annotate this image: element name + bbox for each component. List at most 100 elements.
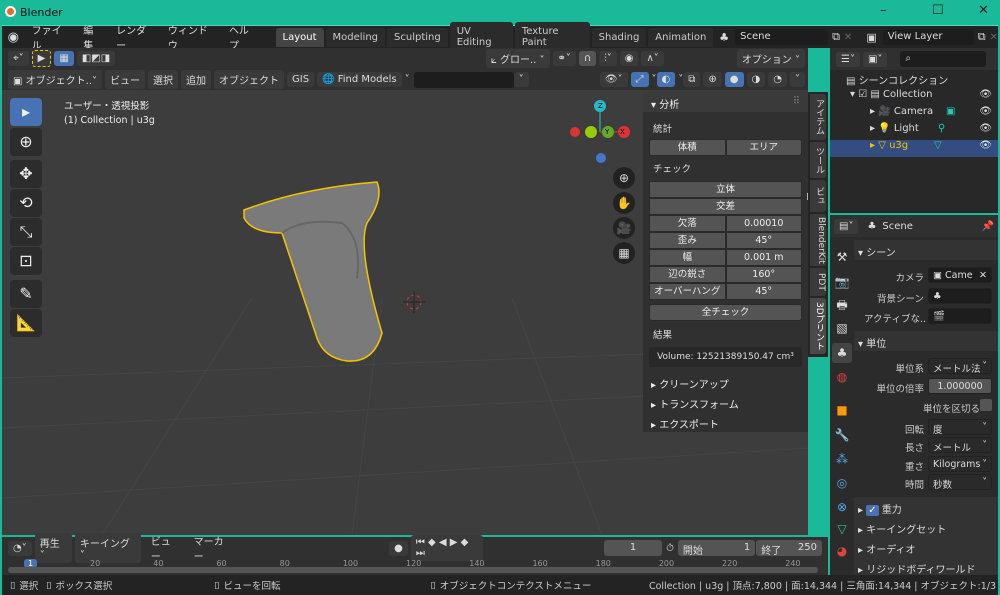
timeline-ruler[interactable]: 240 220 200 180 160 140 120 100 80 60 40 20 1 bbox=[2, 559, 828, 575]
sidebar-tab-item[interactable]: アイテム bbox=[810, 94, 826, 140]
eye-icon[interactable]: 👁 bbox=[979, 123, 992, 134]
tool-rotate[interactable]: ⟲ bbox=[10, 189, 42, 217]
ortho-toggle-icon[interactable]: ▦ bbox=[613, 242, 635, 264]
mesh-data-icon[interactable]: ▽ bbox=[934, 140, 942, 151]
scene-selector[interactable]: Scene bbox=[735, 29, 829, 45]
tool-annotate[interactable]: ✎ bbox=[10, 280, 42, 308]
keying-sets-section-header[interactable]: ▸ キーイングセット bbox=[854, 517, 998, 537]
camera-field[interactable]: ▣ Came ✕ bbox=[928, 267, 992, 283]
tool-measure[interactable]: 📐 bbox=[10, 309, 42, 337]
length-dropdown[interactable]: メートル ˅ bbox=[928, 437, 992, 454]
camera-data-icon[interactable]: ▣ bbox=[946, 106, 955, 117]
shading-wireframe-icon[interactable]: ⊕ bbox=[703, 72, 722, 87]
tool-transform[interactable]: ⊡ bbox=[10, 247, 42, 275]
tab-shading[interactable]: Shading bbox=[591, 27, 647, 47]
outliner-item-light[interactable]: ▸ 💡 Light ⚲ 👁 bbox=[830, 123, 998, 140]
sidebar-tab-view[interactable]: ビュー bbox=[801, 180, 826, 212]
data-tab-icon[interactable]: ▽ bbox=[832, 519, 852, 539]
delete-scene-icon[interactable]: ✕ bbox=[844, 32, 852, 43]
select-mode-new-icon[interactable]: ▦ bbox=[54, 51, 74, 66]
gizmo-x-label[interactable]: X bbox=[620, 128, 625, 136]
export-panel-header[interactable]: ▸ エクスポート bbox=[643, 412, 808, 432]
param-value[interactable]: 0.001 m bbox=[725, 249, 802, 266]
outliner-scene-collection[interactable]: ▤ シーンコレクション bbox=[830, 72, 998, 89]
zoom-view-icon[interactable]: ⊕ bbox=[613, 167, 635, 189]
snap-toggle-icon[interactable]: ∩ bbox=[578, 51, 597, 66]
display-mode-dropdown[interactable]: ☰˅ bbox=[836, 51, 860, 67]
units-section-header[interactable]: ▾ 単位 bbox=[854, 331, 998, 351]
eye-icon[interactable]: 👁 bbox=[979, 89, 992, 100]
scene-section-header[interactable]: ▾ シーン bbox=[854, 240, 998, 260]
gizmo-y-label[interactable]: Y bbox=[605, 128, 609, 136]
stopwatch-icon[interactable]: ⏱ bbox=[666, 543, 674, 554]
rigid-body-section-header[interactable]: ▸ リジッドボディワールド bbox=[854, 557, 998, 576]
param-value[interactable]: 0.00010 bbox=[725, 215, 802, 232]
orientation-dropdown[interactable]: ⟀ グロー.. ˅ bbox=[485, 49, 550, 68]
playback-controls[interactable]: ⏮ ◆ ◀ ▶ ◆ ⏭ bbox=[410, 535, 484, 561]
timeline-scrollbar[interactable] bbox=[8, 567, 818, 573]
render-tab-icon[interactable]: 📷 bbox=[832, 272, 852, 292]
xray-toggle-icon[interactable]: ⧉ bbox=[683, 72, 701, 87]
menu-gis[interactable]: GIS bbox=[287, 72, 315, 87]
transform-panel-header[interactable]: ▸ トランスフォーム bbox=[643, 392, 808, 412]
sidebar-tab-3d-print[interactable]: 3Dプリント bbox=[810, 298, 826, 354]
camera-view-icon[interactable]: 🎥 bbox=[613, 217, 635, 239]
scene-icon[interactable]: ♣ bbox=[719, 31, 729, 44]
tool-scale[interactable]: ⤡ bbox=[10, 218, 42, 246]
search-input[interactable] bbox=[413, 71, 514, 88]
particles-tab-icon[interactable]: ⁂ bbox=[832, 449, 852, 469]
world-tab-icon[interactable]: ◍ bbox=[832, 367, 852, 387]
time-dropdown[interactable]: 秒数 ˅ bbox=[928, 474, 992, 491]
overlay-toggle-icon[interactable]: ◐ bbox=[656, 72, 676, 87]
check-all-button[interactable]: 全チェック bbox=[649, 304, 802, 321]
gizmo-dropdown-icon[interactable]: ˅ bbox=[652, 74, 657, 85]
gravity-checkbox[interactable]: ✓ bbox=[866, 505, 879, 516]
transform-pivot-icon[interactable]: ⌖˅ bbox=[8, 51, 29, 66]
delete-view-layer-icon[interactable]: ✕ bbox=[990, 32, 998, 43]
new-view-layer-icon[interactable]: ⧉ bbox=[978, 30, 986, 44]
output-tab-icon[interactable]: 🖶 bbox=[832, 295, 852, 315]
maximize-button[interactable]: ☐ bbox=[932, 3, 944, 18]
separate-units-checkbox[interactable] bbox=[980, 399, 992, 411]
outliner-item-collection[interactable]: ▾ ☑ ▤ Collection 👁 bbox=[830, 89, 998, 106]
constraints-tab-icon[interactable]: ⊗ bbox=[832, 497, 852, 517]
modifier-tab-icon[interactable]: 🔧 bbox=[832, 425, 852, 445]
close-button[interactable]: ✕ bbox=[978, 3, 989, 18]
outliner-item-camera[interactable]: ▸ 🎥 Camera ▣ 👁 bbox=[830, 106, 998, 123]
scene-tab-icon[interactable]: ♣ bbox=[832, 343, 852, 363]
shading-solid-icon[interactable]: ● bbox=[724, 72, 744, 87]
gizmo-toggle-icon[interactable]: ⤢ bbox=[630, 72, 649, 87]
pan-view-icon[interactable]: ✋ bbox=[613, 192, 635, 214]
volume-button[interactable]: 体積 bbox=[649, 139, 726, 156]
tab-sculpting[interactable]: Sculpting bbox=[387, 27, 448, 47]
tab-layout[interactable]: Layout bbox=[275, 27, 324, 47]
area-button[interactable]: エリア bbox=[725, 139, 802, 156]
mass-dropdown[interactable]: Kilograms ˅ bbox=[928, 456, 992, 472]
cleanup-panel-header[interactable]: ▸ クリーンアップ bbox=[643, 372, 808, 392]
falloff-dropdown[interactable]: ∧˅ bbox=[641, 51, 664, 66]
select-tool-icon[interactable]: ▶ bbox=[31, 50, 52, 67]
param-value[interactable]: 160° bbox=[725, 266, 802, 283]
tool-select-box[interactable]: ▸ bbox=[10, 98, 42, 126]
unit-system-dropdown[interactable]: メートル法 ˅ bbox=[928, 358, 992, 375]
tool-cursor[interactable]: ⊕ bbox=[10, 128, 42, 156]
light-data-icon[interactable]: ⚲ bbox=[938, 123, 945, 134]
timeline-editor-icon[interactable]: ◔˅ bbox=[8, 540, 32, 556]
gravity-section-header[interactable]: ▸ ✓ 重力 bbox=[854, 497, 998, 517]
eye-icon[interactable]: 👁 bbox=[979, 140, 992, 151]
editor-type-dropdown[interactable]: ▤˅ bbox=[834, 218, 859, 234]
analysis-panel-header[interactable]: ▾ 分析 ⠿ bbox=[643, 92, 808, 112]
mode-dropdown[interactable]: ▣ オブジェクト..˅ bbox=[8, 70, 102, 89]
new-scene-icon[interactable]: ⧉ bbox=[832, 30, 840, 44]
intersect-button[interactable]: 交差 bbox=[649, 198, 802, 215]
find-models-dropdown-icon[interactable]: ˅ bbox=[405, 74, 410, 85]
param-value[interactable]: 45° bbox=[725, 232, 802, 249]
tab-animation[interactable]: Animation bbox=[648, 27, 714, 47]
end-frame-field[interactable]: 終了 250 bbox=[756, 540, 822, 557]
sidebar-tab-pdt[interactable]: PDT bbox=[810, 268, 826, 296]
menu-select[interactable]: 選択 bbox=[148, 70, 178, 89]
view-layer-icon[interactable]: ▣ bbox=[866, 31, 876, 44]
rotation-dropdown[interactable]: 度 ˅ bbox=[928, 419, 992, 436]
menu-object[interactable]: オブジェクト bbox=[214, 70, 284, 89]
filter-dropdown[interactable]: ▣˅ bbox=[862, 51, 888, 67]
